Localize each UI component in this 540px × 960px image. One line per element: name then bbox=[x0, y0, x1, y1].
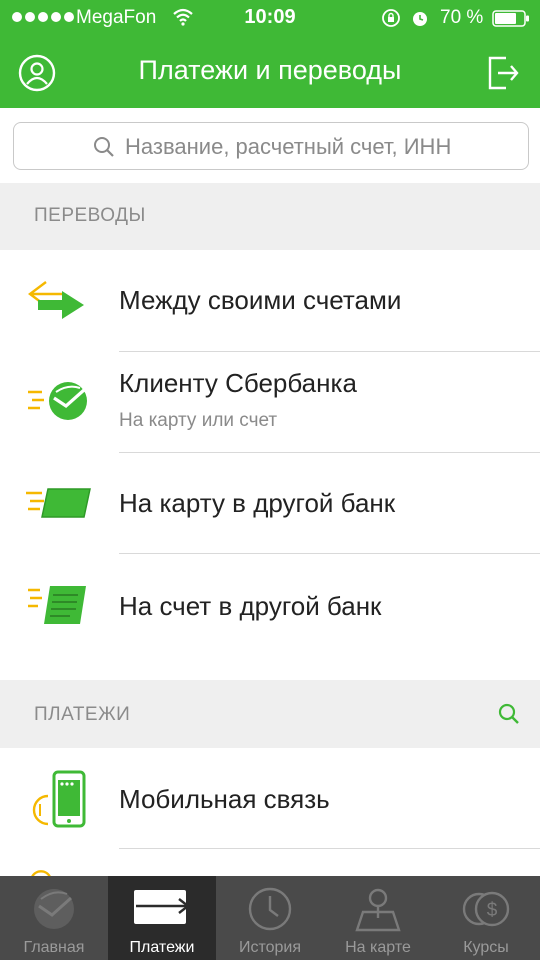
alarm-icon bbox=[413, 12, 427, 26]
search-bar: Название, расчетный счет, ИНН bbox=[0, 108, 540, 183]
search-icon bbox=[94, 137, 114, 157]
clock-icon bbox=[248, 887, 292, 931]
search-placeholder: Название, расчетный счет, ИНН bbox=[125, 134, 452, 159]
tab-history[interactable]: История bbox=[216, 876, 324, 960]
tab-rates[interactable]: $ Курсы bbox=[432, 876, 540, 960]
mobile-phone-icon bbox=[32, 770, 86, 828]
row-title: Мобильная связь bbox=[119, 784, 330, 814]
tab-map[interactable]: На карте bbox=[324, 876, 432, 960]
tab-home[interactable]: Главная bbox=[0, 876, 108, 960]
section-header-payments: ПЛАТЕЖИ bbox=[0, 680, 540, 748]
tab-label: Курсы bbox=[463, 939, 509, 956]
currency-coins-icon: $ bbox=[462, 891, 510, 927]
tab-payments[interactable]: Платежи bbox=[108, 876, 216, 960]
status-bar: MegaFon 10:09 70 % bbox=[0, 0, 540, 36]
app-header: MegaFon 10:09 70 % Платежи и переводы bbox=[0, 0, 540, 108]
search-icon[interactable] bbox=[497, 702, 521, 726]
row-title: На карту в другой банк bbox=[119, 488, 396, 518]
logout-button[interactable] bbox=[486, 55, 520, 91]
svg-text:$: $ bbox=[487, 900, 498, 921]
bottom-tab-bar: Главная Платежи История На карте $ Курсы bbox=[0, 876, 540, 960]
payment-mobile[interactable]: Мобильная связь bbox=[0, 748, 540, 848]
row-subtitle: На карту или счет bbox=[119, 410, 278, 431]
battery-icon bbox=[492, 10, 529, 27]
payment-arrow-icon bbox=[134, 890, 190, 924]
section-header-transfers: ПЕРЕВОДЫ bbox=[0, 183, 540, 250]
rotation-lock-icon bbox=[382, 9, 400, 27]
tab-label: На карте bbox=[345, 939, 411, 956]
transfer-account-other-bank[interactable]: На счет в другой банк bbox=[0, 554, 540, 680]
tab-label: История bbox=[238, 939, 302, 956]
transfer-own-accounts[interactable]: Между своими счетами bbox=[0, 250, 540, 351]
row-title: Между своими счетами bbox=[119, 285, 402, 315]
card-icon bbox=[26, 488, 91, 518]
transfer-sberbank-client[interactable]: Клиенту Сбербанка На карту или счет bbox=[0, 352, 540, 452]
row-title: Клиенту Сбербанка bbox=[119, 368, 357, 398]
sberbank-logo-icon bbox=[34, 889, 74, 929]
map-person-icon bbox=[355, 888, 401, 932]
row-title: На счет в другой банк bbox=[119, 591, 382, 621]
page-title: Платежи и переводы bbox=[138, 55, 402, 85]
payment-next-item-partial[interactable] bbox=[0, 849, 540, 877]
search-input[interactable]: Название, расчетный счет, ИНН bbox=[13, 122, 529, 170]
transfer-arrows-icon bbox=[28, 281, 84, 319]
section-title: ПЛАТЕЖИ bbox=[34, 704, 131, 725]
transfer-card-other-bank[interactable]: На карту в другой банк bbox=[0, 453, 540, 553]
document-icon bbox=[28, 586, 86, 624]
section-title: ПЕРЕВОДЫ bbox=[34, 205, 146, 226]
battery-percent: 70 % bbox=[440, 7, 484, 28]
sberbank-logo-icon bbox=[28, 382, 87, 420]
tab-label: Главная bbox=[23, 939, 85, 956]
tab-label: Платежи bbox=[129, 939, 195, 956]
